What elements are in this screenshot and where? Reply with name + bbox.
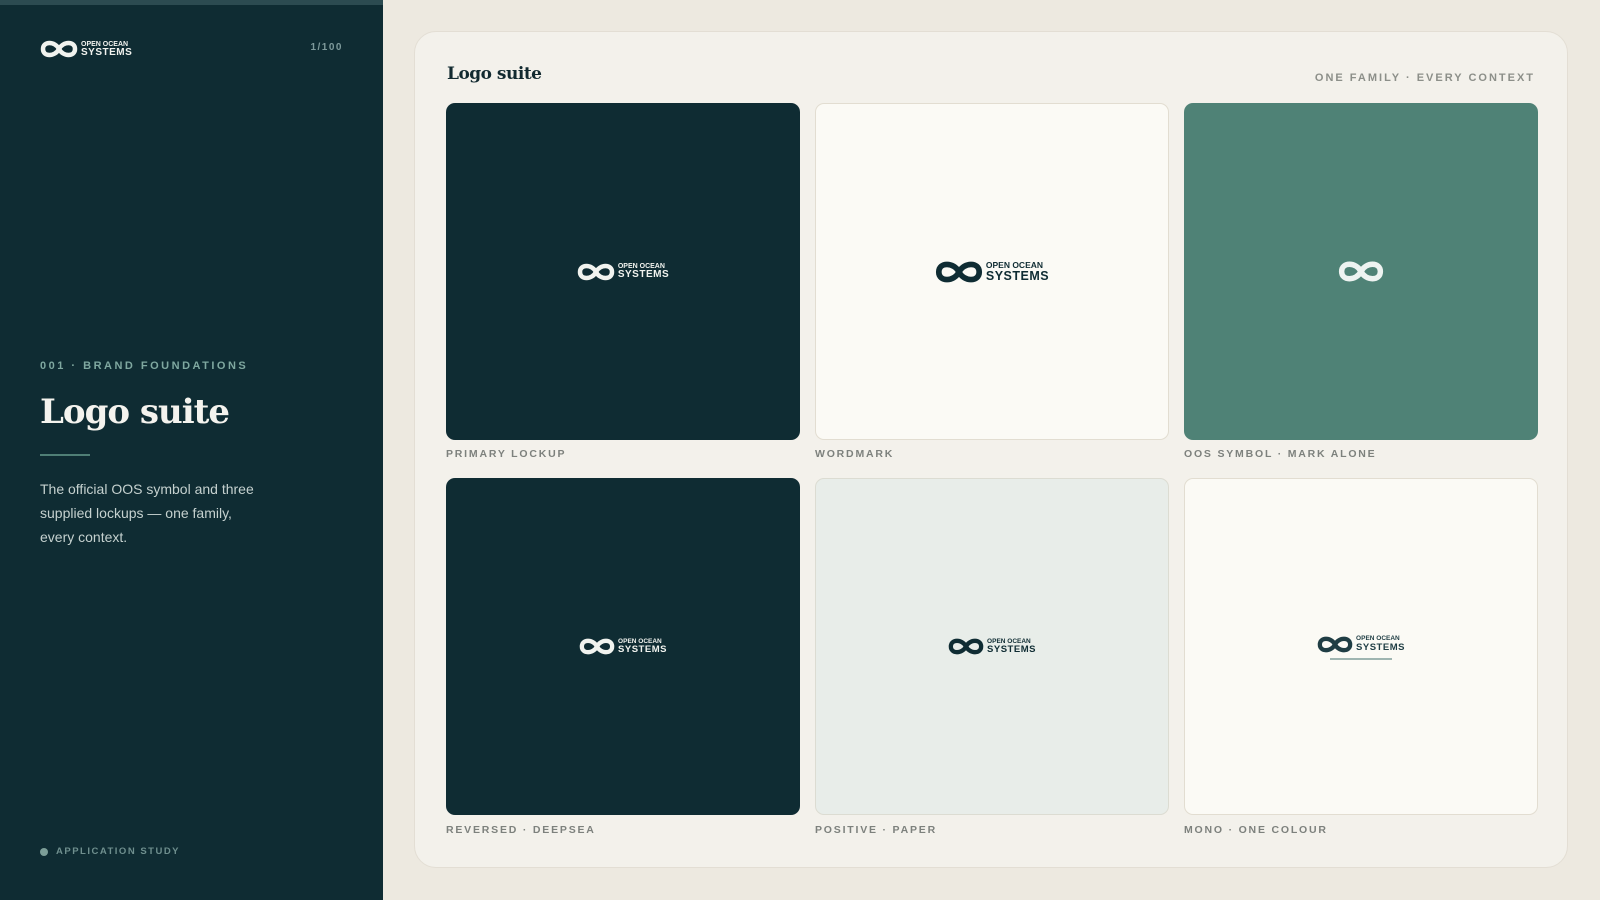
wordmark-logo: OPEN OCEAN SYSTEMS xyxy=(935,258,1049,286)
positive-lockup-logo: OPEN OCEAN SYSTEMS xyxy=(948,636,1036,657)
oos-symbol-icon xyxy=(948,638,984,655)
section-eyebrow: 001 · BRAND FOUNDATIONS xyxy=(40,360,249,372)
tile-label-positive-paper: POSITIVE · PAPER xyxy=(815,824,937,836)
reversed-lockup-logo: OPEN OCEAN SYSTEMS xyxy=(579,636,667,657)
tile-label-oos-symbol: OOS SYMBOL · MARK ALONE xyxy=(1184,448,1377,460)
card-title: Logo suite xyxy=(447,64,542,84)
tile-positive-paper[interactable]: OPEN OCEAN SYSTEMS xyxy=(815,478,1169,815)
tile-label-wordmark: WORDMARK xyxy=(815,448,895,460)
lockup-line-2: SYSTEMS xyxy=(985,268,1050,283)
tile-reversed-deepsea[interactable]: OPEN OCEAN SYSTEMS xyxy=(446,478,800,815)
page-description: The official OOS symbol and three suppli… xyxy=(40,481,254,545)
primary-lockup-logo: OPEN OCEAN SYSTEMS xyxy=(577,261,669,283)
page-counter: 1/100 xyxy=(310,42,343,53)
brand-wordmark: OPEN OCEAN SYSTEMS xyxy=(81,41,132,58)
oos-symbol-icon xyxy=(577,263,615,280)
tile-mono-one-colour[interactable]: OPEN OCEAN SYSTEMS xyxy=(1184,478,1538,815)
mono-underline xyxy=(1330,657,1392,660)
title-divider xyxy=(40,454,90,456)
tile-wordmark[interactable]: OPEN OCEAN SYSTEMS xyxy=(815,103,1169,440)
lockup-line-2: SYSTEMS xyxy=(987,644,1036,655)
lockup-line-2: SYSTEMS xyxy=(617,269,670,280)
footer-tag: APPLICATION STUDY xyxy=(40,846,180,857)
brand-line-2: SYSTEMS xyxy=(81,46,133,58)
tile-primary-lockup[interactable]: OPEN OCEAN SYSTEMS xyxy=(446,103,800,440)
status-dot-icon xyxy=(40,847,48,856)
oos-symbol-icon xyxy=(1338,261,1384,282)
tile-label-reversed-deepsea: REVERSED · DEEPSEA xyxy=(446,824,596,836)
tile-oos-symbol[interactable] xyxy=(1184,103,1538,440)
mono-lockup-logo: OPEN OCEAN SYSTEMS xyxy=(1317,634,1405,655)
tile-label-primary-lockup: PRIMARY LOCKUP xyxy=(446,448,567,460)
oos-symbol-icon xyxy=(40,40,78,58)
lockup-line-2: SYSTEMS xyxy=(618,644,667,655)
tile-label-mono-one-colour: MONO · ONE COLOUR xyxy=(1184,824,1328,836)
brand-logo[interactable]: OPEN OCEAN SYSTEMS xyxy=(40,38,132,60)
footer-tag-label: APPLICATION STUDY xyxy=(56,846,181,857)
card-subtitle: ONE FAMILY · EVERY CONTEXT xyxy=(1314,72,1535,84)
logo-suite-card: Logo suite ONE FAMILY · EVERY CONTEXT OP… xyxy=(414,31,1568,868)
sidebar: OPEN OCEAN SYSTEMS 1/100 001 · BRAND FOU… xyxy=(0,0,383,900)
oos-symbol-icon xyxy=(935,261,982,282)
oos-symbol-icon xyxy=(1317,636,1353,652)
page-title: Logo suite xyxy=(40,392,230,432)
lockup-line-2: SYSTEMS xyxy=(1356,641,1405,653)
oos-symbol-icon xyxy=(579,638,615,655)
